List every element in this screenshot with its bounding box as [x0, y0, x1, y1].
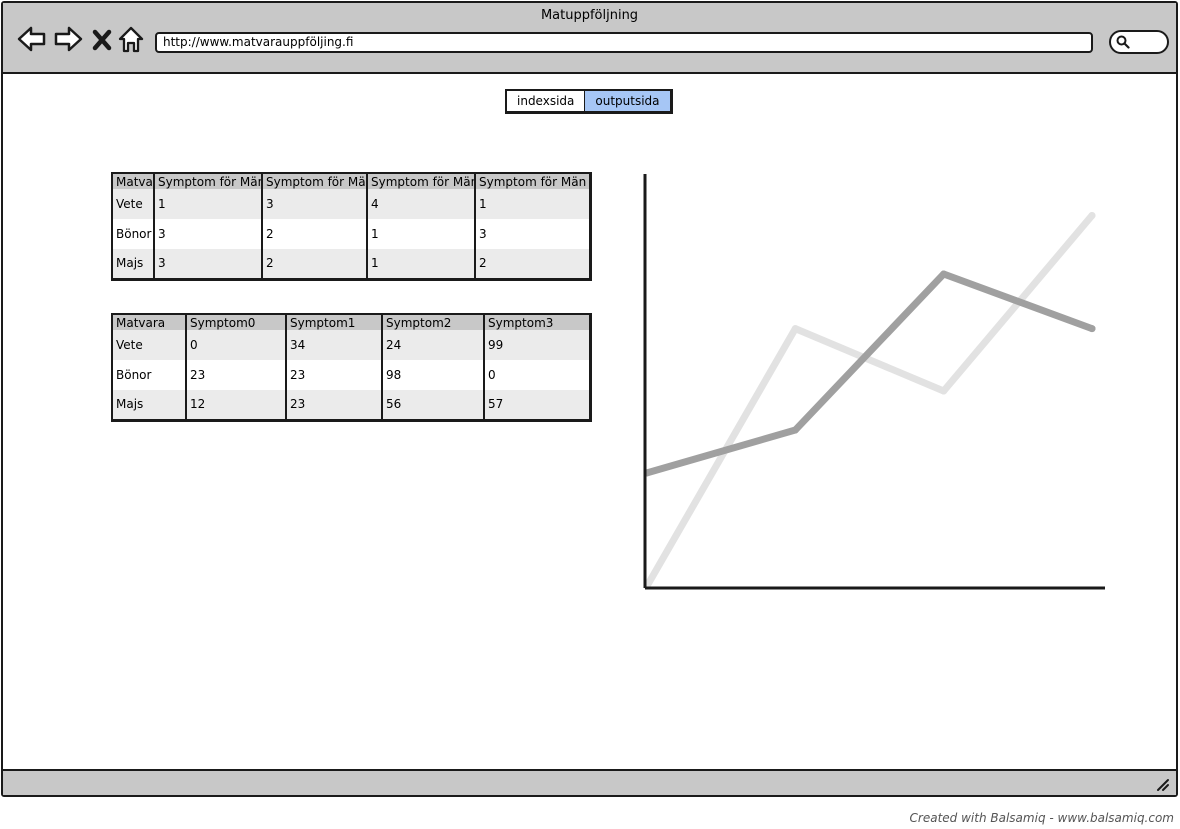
- table-cell: 1: [474, 189, 590, 219]
- back-arrow-icon[interactable]: [16, 23, 48, 55]
- address-bar[interactable]: http://www.matvarauppföljing.fi: [155, 32, 1093, 53]
- table-cell: 2: [261, 219, 367, 249]
- table-cell: 34: [285, 330, 382, 360]
- symptom-table: Matvara Symptom0 Symptom1 Symptom2 Sympt…: [111, 313, 592, 422]
- table-cell: 3: [261, 189, 367, 219]
- table-cell: 57: [483, 390, 590, 420]
- data-point-0-1: [791, 426, 799, 434]
- table-cell: Vete: [112, 330, 186, 360]
- table-cell: Bönor: [116, 368, 152, 382]
- column-header[interactable]: Matvara: [112, 314, 186, 330]
- column-header[interactable]: Symptom för Män: [153, 173, 262, 189]
- browser-toolbar: Matuppföljning http://www.matvarauppfölj…: [3, 3, 1176, 74]
- table-cell: Majs: [112, 390, 186, 420]
- data-point-0-2: [940, 270, 948, 278]
- table-header-row: Matvara Symptom0 Symptom1 Symptom2 Sympt…: [112, 314, 590, 330]
- table-row[interactable]: Bönor 23 23 98 0: [112, 360, 590, 390]
- table-row[interactable]: Majs 12 23 56 57: [112, 390, 590, 420]
- table-cell: 1: [366, 249, 475, 279]
- table-row[interactable]: Vete 1 3 4 1: [112, 189, 590, 219]
- table-row[interactable]: Bönor 3 2 1 3: [112, 219, 590, 249]
- status-bar: [3, 769, 1176, 795]
- column-header[interactable]: Symptom för Män: [474, 173, 590, 189]
- table-cell: 4: [366, 189, 475, 219]
- column-header[interactable]: Matvara: [112, 173, 154, 189]
- table-cell: Vete: [112, 189, 154, 219]
- column-header[interactable]: Symptom för Män: [366, 173, 475, 189]
- symptom-table-men: Matvara Symptom för Män Symptom för Män …: [111, 172, 592, 281]
- table-cell: 23: [285, 390, 382, 420]
- page-tabs: indexsida outputsida: [505, 89, 673, 114]
- series-line-1: [643, 212, 1096, 590]
- tab-outputsida[interactable]: outputsida: [584, 91, 670, 111]
- table-cell: 99: [483, 330, 590, 360]
- search-field[interactable]: [1109, 30, 1169, 54]
- resize-grip-icon[interactable]: [1154, 776, 1170, 792]
- table-cell: Majs: [112, 249, 154, 279]
- table-cell: 12: [185, 390, 286, 420]
- close-x-icon[interactable]: [89, 23, 115, 55]
- table-cell: 98: [381, 360, 484, 390]
- table-row[interactable]: Vete 0 34 24 99: [112, 330, 590, 360]
- table-cell: 1: [153, 189, 262, 219]
- table-cell: 24: [381, 330, 484, 360]
- table-cell: 3: [153, 249, 262, 279]
- table-cell: 2: [474, 249, 590, 279]
- column-header[interactable]: Symptom3: [483, 314, 590, 330]
- table-cell: 1: [366, 219, 475, 249]
- address-text: http://www.matvarauppföljing.fi: [163, 35, 354, 49]
- data-point-0-3: [1088, 325, 1096, 333]
- column-header[interactable]: Symptom0: [185, 314, 286, 330]
- column-header[interactable]: Symptom2: [381, 314, 484, 330]
- tab-indexsida[interactable]: indexsida: [507, 91, 584, 111]
- series-line-0: [643, 270, 1096, 477]
- table-row[interactable]: Majs 3 2 1 2: [112, 249, 590, 279]
- column-header[interactable]: Symptom1: [285, 314, 382, 330]
- table-cell: 23: [185, 360, 286, 390]
- line-chart: [643, 174, 1105, 590]
- table-cell: 0: [483, 360, 590, 390]
- forward-arrow-icon[interactable]: [52, 23, 84, 55]
- table-cell: 23: [285, 360, 382, 390]
- table-cell: 3: [474, 219, 590, 249]
- table-cell: 2: [261, 249, 367, 279]
- table-cell: Bönor: [116, 227, 152, 241]
- table-cell: 56: [381, 390, 484, 420]
- window-title: Matuppföljning: [540, 8, 639, 23]
- data-point-1-3: [1088, 212, 1096, 219]
- table-cell: 3: [153, 219, 262, 249]
- table-header-row: Matvara Symptom för Män Symptom för Män …: [112, 173, 590, 189]
- table-cell: 0: [185, 330, 286, 360]
- home-icon[interactable]: [117, 23, 145, 55]
- balsamiq-credit: Created with Balsamiq - www.balsamiq.com: [909, 811, 1174, 825]
- column-header[interactable]: Symptom för Män: [261, 173, 367, 189]
- data-point-1-1: [791, 325, 799, 333]
- data-point-1-2: [940, 387, 948, 395]
